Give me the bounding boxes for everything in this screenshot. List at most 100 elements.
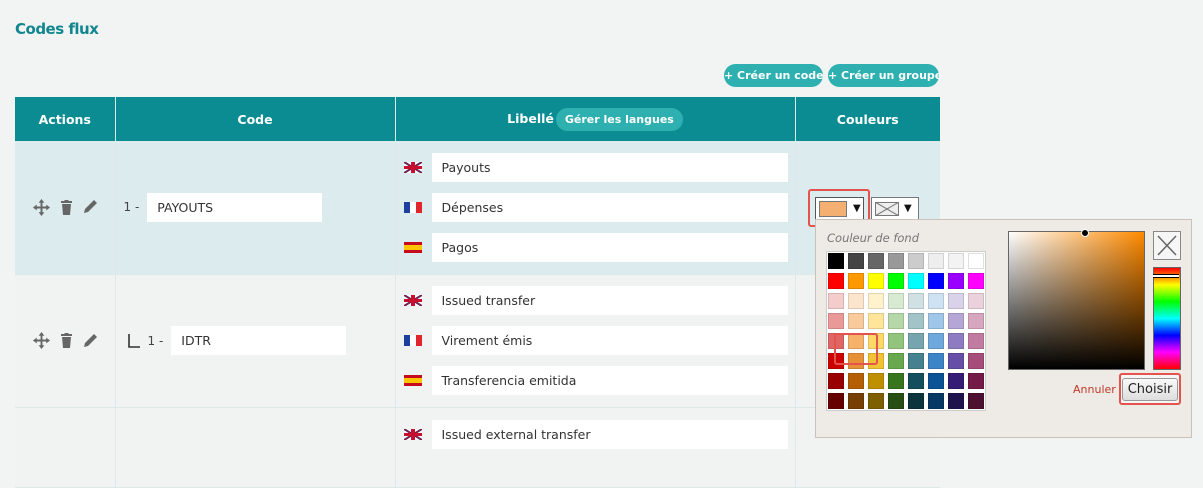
palette-swatch[interactable] (908, 353, 924, 369)
palette-swatch[interactable] (888, 293, 904, 309)
label-input-es[interactable]: Pagos (431, 232, 788, 262)
palette-swatch[interactable] (948, 313, 964, 329)
trash-icon[interactable] (60, 333, 73, 348)
palette-swatch[interactable] (888, 393, 904, 409)
label-input-fr[interactable]: Virement émis (431, 326, 788, 355)
palette-swatch[interactable] (908, 253, 924, 269)
libelle-cell: Payouts Dépenses Pagos (395, 141, 796, 275)
palette-swatch[interactable] (928, 273, 944, 289)
palette-swatch[interactable] (868, 373, 884, 389)
palette-swatch[interactable] (928, 393, 944, 409)
palette-swatch[interactable] (888, 313, 904, 329)
label-input-en[interactable]: Issued transfer (431, 286, 788, 315)
palette-swatch[interactable] (848, 393, 864, 409)
palette-swatch[interactable] (888, 253, 904, 269)
palette-swatch[interactable] (928, 333, 944, 349)
palette-swatch[interactable] (968, 273, 984, 289)
palette-swatch[interactable] (868, 253, 884, 269)
codes-table: Actions Code Libellé Gérer les langues Co… (15, 97, 940, 488)
trash-icon[interactable] (60, 199, 73, 215)
label-input-fr[interactable]: Dépenses (431, 192, 788, 222)
palette-swatch[interactable] (948, 393, 964, 409)
code-cell: 1 - IDTR (115, 274, 396, 408)
palette-swatch[interactable] (948, 253, 964, 269)
choose-button[interactable]: Choisir (1121, 377, 1179, 401)
palette-swatch[interactable] (928, 253, 944, 269)
palette-swatch[interactable] (848, 253, 864, 269)
palette-swatch[interactable] (868, 313, 884, 329)
palette-swatch[interactable] (948, 293, 964, 309)
palette-swatch[interactable] (868, 273, 884, 289)
move-icon[interactable] (32, 198, 51, 217)
create-code-button[interactable]: + Créer un code (724, 64, 824, 87)
spain-flag-icon (403, 241, 422, 253)
palette-swatch[interactable] (828, 313, 844, 329)
palette-swatch[interactable] (888, 353, 904, 369)
palette-swatch[interactable] (948, 333, 964, 349)
saturation-gradient[interactable] (1008, 229, 1145, 370)
palette-swatch[interactable] (968, 333, 984, 349)
palette-swatch[interactable] (828, 253, 844, 269)
child-branch-icon (127, 333, 140, 348)
palette-swatch[interactable] (908, 313, 924, 329)
edit-icon[interactable] (82, 333, 98, 349)
palette-swatch[interactable] (828, 273, 844, 289)
hue-slider[interactable] (1153, 267, 1181, 370)
highlight-box (834, 333, 878, 365)
palette-swatch[interactable] (908, 333, 924, 349)
edit-icon[interactable] (82, 199, 98, 215)
palette-swatch[interactable] (908, 373, 924, 389)
palette-swatch[interactable] (968, 393, 984, 409)
spain-flag-icon (403, 375, 422, 386)
palette-swatch[interactable] (848, 273, 864, 289)
palette-swatch[interactable] (828, 373, 844, 389)
palette-swatch[interactable] (828, 293, 844, 309)
palette-swatch[interactable] (888, 273, 904, 289)
palette-swatch[interactable] (848, 313, 864, 329)
code-cell (115, 407, 396, 488)
palette-swatch[interactable] (968, 373, 984, 389)
label-input-en[interactable]: Issued external transfer (431, 419, 788, 449)
palette-swatch[interactable] (888, 373, 904, 389)
palette-swatch[interactable] (888, 333, 904, 349)
palette-swatch[interactable] (928, 313, 944, 329)
table-row: Issued external transfer (15, 407, 940, 488)
palette-swatch[interactable] (928, 373, 944, 389)
palette-swatch[interactable] (908, 393, 924, 409)
palette-swatch[interactable] (828, 393, 844, 409)
palette-swatch[interactable] (868, 293, 884, 309)
label-input-es[interactable]: Transferencia emitida (431, 366, 788, 395)
palette-swatch[interactable] (928, 293, 944, 309)
header-actions: Actions (15, 97, 116, 141)
code-input[interactable]: PAYOUTS (147, 192, 323, 222)
create-group-button[interactable]: + Créer un groupe (828, 64, 942, 87)
palette-swatch[interactable] (968, 253, 984, 269)
palette-swatch[interactable] (968, 313, 984, 329)
move-icon[interactable] (32, 331, 51, 350)
palette-swatch[interactable] (948, 353, 964, 369)
manage-languages-button[interactable]: Gérer les langues (555, 107, 683, 131)
palette-swatch[interactable] (908, 293, 924, 309)
no-color-button[interactable] (1153, 231, 1181, 260)
palette-swatch[interactable] (848, 373, 864, 389)
palette-swatch[interactable] (868, 393, 884, 409)
cancel-link[interactable]: Annuler (1073, 383, 1116, 396)
palette-swatch[interactable] (848, 293, 864, 309)
header-couleurs: Couleurs (795, 97, 940, 141)
palette-swatch[interactable] (968, 353, 984, 369)
palette-swatch[interactable] (968, 293, 984, 309)
palette-swatch[interactable] (948, 373, 964, 389)
text-color-select[interactable]: ▼ (871, 197, 919, 220)
uk-flag-icon (403, 295, 422, 306)
libelle-cell: Issued transfer Virement émis Transferen… (395, 274, 796, 408)
header-code: Code (115, 97, 396, 141)
label-input-en[interactable]: Payouts (431, 152, 788, 182)
hue-handle-icon (1153, 274, 1179, 278)
palette-swatch[interactable] (908, 273, 924, 289)
france-flag-icon (403, 335, 422, 346)
palette-swatch[interactable] (928, 353, 944, 369)
palette-swatch[interactable] (948, 273, 964, 289)
code-prefix: 1 - (123, 200, 140, 215)
code-input[interactable]: IDTR (171, 326, 347, 355)
picker-label: Couleur de fond (827, 231, 919, 245)
